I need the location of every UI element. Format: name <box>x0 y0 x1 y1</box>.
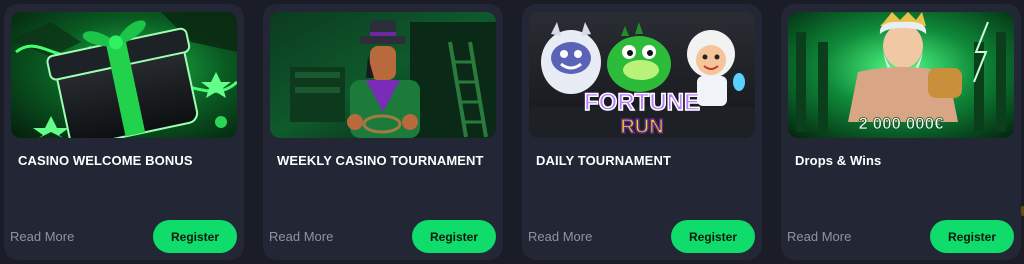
fortune-run-characters-icon: FORTUNE RUN <box>529 12 755 138</box>
read-more-link[interactable]: Read More <box>787 229 851 244</box>
promo-title: CASINO WELCOME BONUS <box>18 153 193 168</box>
promotions-row: CASINO WELCOME BONUS Read More Register <box>0 0 1024 264</box>
svg-text:FORTUNE: FORTUNE <box>584 89 700 116</box>
promo-title: Drops & Wins <box>795 153 882 168</box>
cowboy-character-icon <box>270 12 496 138</box>
register-button[interactable]: Register <box>153 220 237 253</box>
register-button[interactable]: Register <box>412 220 496 253</box>
register-button[interactable]: Register <box>671 220 755 253</box>
read-more-link[interactable]: Read More <box>10 229 74 244</box>
gift-box-icon <box>11 12 237 138</box>
promo-image[interactable] <box>270 12 496 138</box>
promo-card-daily-tournament: FORTUNE RUN DAILY TOURNAMENT Read More R… <box>522 4 762 260</box>
svg-text:2 000 000€: 2 000 000€ <box>858 114 944 133</box>
promo-card-welcome-bonus: CASINO WELCOME BONUS Read More Register <box>4 4 244 260</box>
promo-card-weekly-tournament: WEEKLY CASINO TOURNAMENT Read More Regis… <box>263 4 503 260</box>
promo-image[interactable]: FORTUNE RUN <box>529 12 755 138</box>
svg-text:RUN: RUN <box>620 116 663 138</box>
zeus-character-icon: 2 000 000€ <box>788 12 1014 138</box>
read-more-link[interactable]: Read More <box>269 229 333 244</box>
promo-card-drops-wins: 2 000 000€ Drops & Wins Read More Regist… <box>781 4 1021 260</box>
promo-title: DAILY TOURNAMENT <box>536 153 671 168</box>
read-more-link[interactable]: Read More <box>528 229 592 244</box>
promo-image[interactable]: 2 000 000€ <box>788 12 1014 138</box>
promo-image[interactable] <box>11 12 237 138</box>
register-button[interactable]: Register <box>930 220 1014 253</box>
promo-title: WEEKLY CASINO TOURNAMENT <box>277 153 484 168</box>
